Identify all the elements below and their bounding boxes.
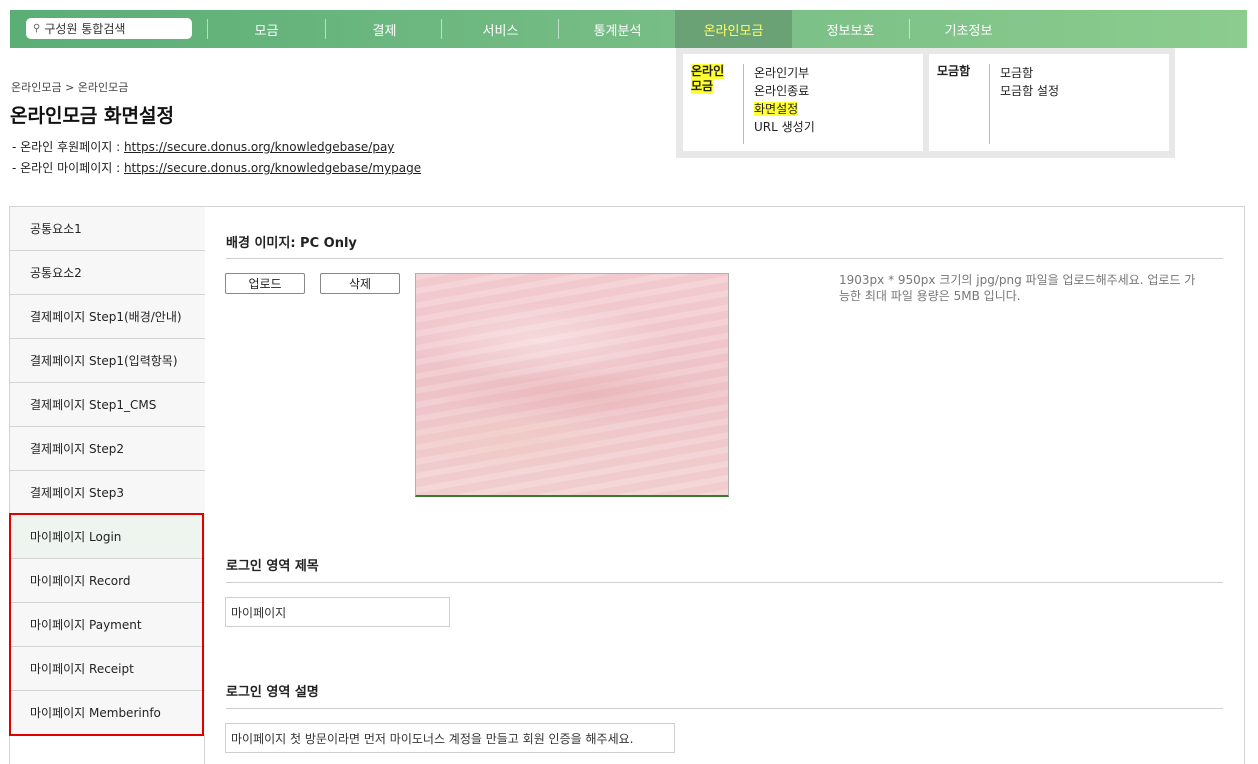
sidebar-item-payment-step3[interactable]: 결제페이지 Step3 <box>10 471 205 515</box>
submenu-panel-online: 온라인 모금 온라인기부 온라인종료 화면설정 URL 생성기 <box>683 54 923 151</box>
donor-page-link-line: - 온라인 후원페이지 : https://secure.donus.org/k… <box>12 138 394 155</box>
submenu-list-donation-box: 모금함 모금함 설정 <box>1000 64 1059 100</box>
submenu-divider <box>989 64 990 144</box>
submenu-heading-line: 온라인 <box>691 64 725 79</box>
donor-page-label: - 온라인 후원페이지 : <box>12 140 124 154</box>
nav-item-basic-info[interactable]: 기초정보 <box>910 10 1027 48</box>
search-icon: ⚲ <box>33 23 41 34</box>
section-divider <box>226 708 1223 709</box>
sidebar-item-mypage-receipt[interactable]: 마이페이지 Receipt <box>10 647 205 691</box>
submenu-heading-line: 모금 <box>691 79 714 94</box>
submenu-list-online: 온라인기부 온라인종료 화면설정 URL 생성기 <box>754 64 815 136</box>
submenu-divider <box>743 64 744 144</box>
nav-item-statistics[interactable]: 통계분석 <box>559 10 676 48</box>
bg-image-title: 배경 이미지: PC Only <box>226 236 357 251</box>
submenu-heading-donation-box[interactable]: 모금함 <box>937 64 970 79</box>
login-title-label: 로그인 영역 제목 <box>226 559 319 574</box>
sidebar-item-payment-step1-bg[interactable]: 결제페이지 Step1(배경/안내) <box>10 295 205 339</box>
sidebar-item-common-2[interactable]: 공통요소2 <box>10 251 205 295</box>
online-fundraising-submenu: 온라인 모금 온라인기부 온라인종료 화면설정 URL 생성기 모금함 모금함 … <box>676 48 1175 158</box>
upload-hint-text: 1903px * 950px 크기의 jpg/png 파일을 업로드해주세요. … <box>839 273 1196 303</box>
submenu-item-online-closed[interactable]: 온라인종료 <box>754 82 815 100</box>
nav-item-fundraising[interactable]: 모금 <box>208 10 325 48</box>
donor-page-link[interactable]: https://secure.donus.org/knowledgebase/p… <box>124 140 394 154</box>
delete-button[interactable]: 삭제 <box>320 273 400 294</box>
section-divider <box>226 582 1223 583</box>
breadcrumb: 온라인모금 > 온라인모금 <box>11 81 129 94</box>
sidebar-item-mypage-record[interactable]: 마이페이지 Record <box>10 559 205 603</box>
sidebar-item-payment-step2[interactable]: 결제페이지 Step2 <box>10 427 205 471</box>
top-nav: ⚲ 구성원 통합검색 모금 결제 서비스 통계분석 온라인모금 정보보호 기초정… <box>10 10 1247 48</box>
search-placeholder: 구성원 통합검색 <box>44 22 126 36</box>
sidebar-item-common-1[interactable]: 공통요소1 <box>10 207 205 251</box>
mypage-link-line: - 온라인 마이페이지 : https://secure.donus.org/k… <box>12 159 421 176</box>
submenu-item-url-generator[interactable]: URL 생성기 <box>754 118 815 136</box>
background-image-preview <box>415 273 729 497</box>
upload-button[interactable]: 업로드 <box>225 273 305 294</box>
sidebar-item-mypage-payment[interactable]: 마이페이지 Payment <box>10 603 205 647</box>
sidebar-item-payment-step1-cms[interactable]: 결제페이지 Step1_CMS <box>10 383 205 427</box>
login-title-input[interactable]: 마이페이지 <box>225 597 450 627</box>
nav-item-privacy[interactable]: 정보보호 <box>792 10 909 48</box>
sidebar-item-mypage-login[interactable]: 마이페이지 Login <box>10 515 205 559</box>
nav-item-service[interactable]: 서비스 <box>442 10 559 48</box>
submenu-item-online-donation[interactable]: 온라인기부 <box>754 64 815 82</box>
submenu-panel-donation-box: 모금함 모금함 모금함 설정 <box>929 54 1169 151</box>
settings-sidebar: 공통요소1 공통요소2 결제페이지 Step1(배경/안내) 결제페이지 Ste… <box>10 207 205 764</box>
nav-item-online-fundraising[interactable]: 온라인모금 <box>675 10 792 48</box>
nav-item-payment[interactable]: 결제 <box>326 10 443 48</box>
section-divider <box>226 258 1223 259</box>
submenu-item-screen-settings[interactable]: 화면설정 <box>754 102 799 116</box>
sidebar-item-payment-step1-input[interactable]: 결제페이지 Step1(입력항목) <box>10 339 205 383</box>
submenu-item-donation-box-settings[interactable]: 모금함 설정 <box>1000 82 1059 100</box>
login-desc-label: 로그인 영역 설명 <box>226 685 319 700</box>
mypage-link[interactable]: https://secure.donus.org/knowledgebase/m… <box>124 161 421 175</box>
page-title: 온라인모금 화면설정 <box>10 105 174 127</box>
mypage-label: - 온라인 마이페이지 : <box>12 161 124 175</box>
submenu-item-donation-box[interactable]: 모금함 <box>1000 64 1059 82</box>
sidebar-item-mypage-memberinfo[interactable]: 마이페이지 Memberinfo <box>10 691 205 735</box>
member-search-input[interactable]: ⚲ 구성원 통합검색 <box>26 18 192 39</box>
submenu-heading-online[interactable]: 온라인 모금 <box>691 64 725 94</box>
login-desc-input[interactable]: 마이페이지 첫 방문이라면 먼저 마이도너스 계정을 만들고 회원 인증을 해주… <box>225 723 675 753</box>
